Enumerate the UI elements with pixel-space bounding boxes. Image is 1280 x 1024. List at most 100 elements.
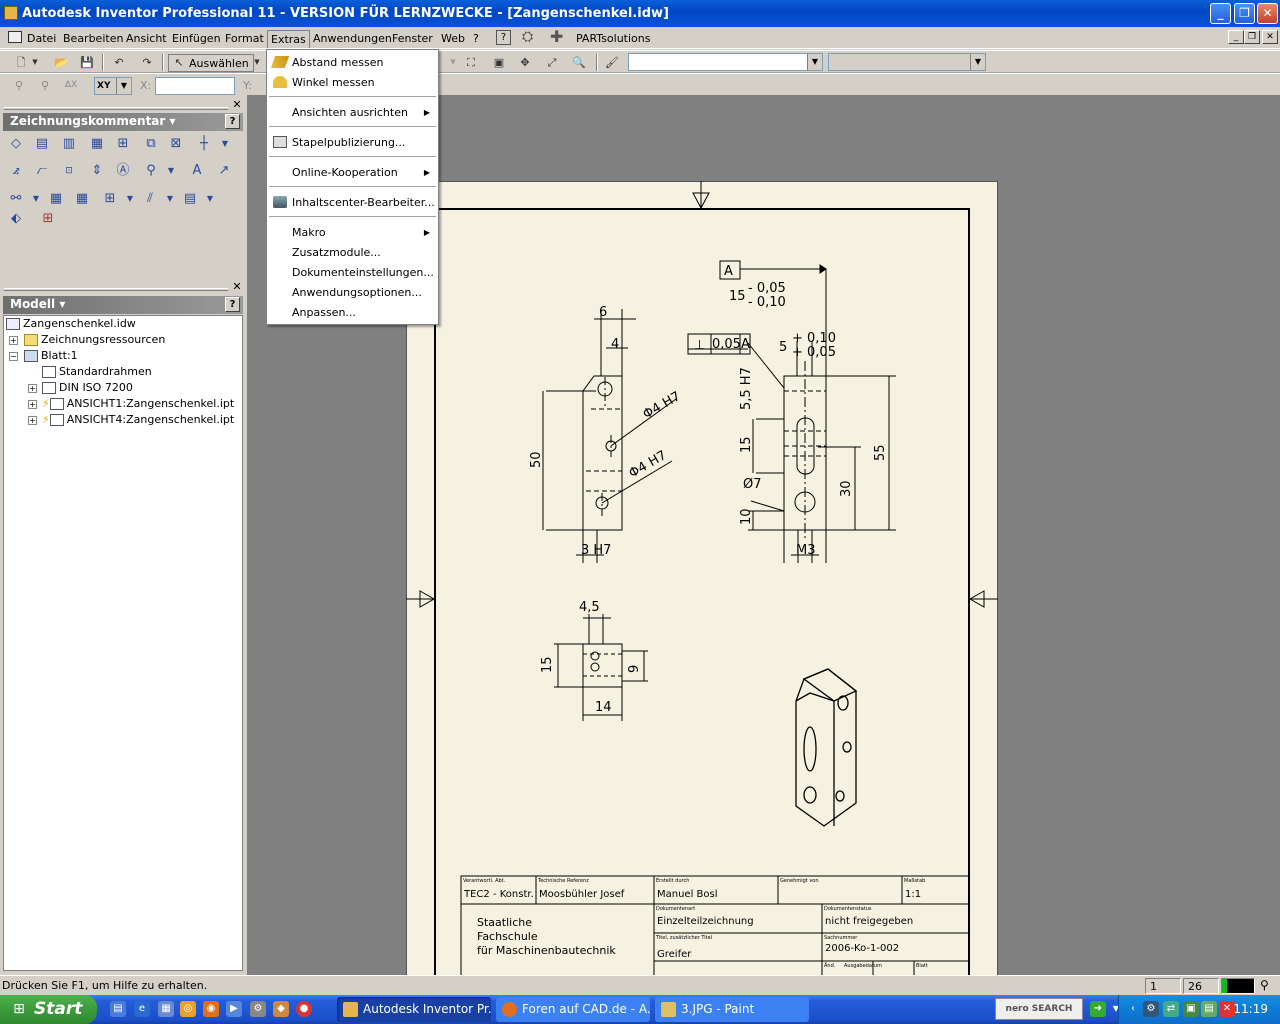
sketched-symbol-icon[interactable]: ⬖ xyxy=(6,209,26,229)
undo-icon[interactable]: ↶ xyxy=(110,54,128,71)
style-icon[interactable]: 🖌 xyxy=(603,54,621,71)
outlook-icon[interactable]: ◎ xyxy=(180,1001,196,1017)
menu-item-makro[interactable]: Makro xyxy=(292,226,326,239)
table-icon[interactable]: ▦ xyxy=(72,189,92,209)
expand-icon[interactable]: + xyxy=(28,384,37,393)
menu-datei[interactable]: Datei xyxy=(27,32,56,45)
firefox-icon[interactable]: ◉ xyxy=(203,1001,219,1017)
tree-item-sheet[interactable]: Blatt:1 xyxy=(24,348,78,364)
panel-grip[interactable] xyxy=(4,107,228,110)
hole-note-icon[interactable]: ⊠ xyxy=(166,134,186,154)
security-icon[interactable]: ▣ xyxy=(1183,1001,1199,1017)
menu-item-abstand-messen[interactable]: Abstand messen xyxy=(292,56,383,69)
text-icon[interactable]: A xyxy=(187,161,207,181)
leader-text-icon[interactable]: ↗ xyxy=(214,161,234,181)
minimize-button[interactable]: _ xyxy=(1210,3,1231,24)
menu-partsolutions[interactable]: PARTsolutions xyxy=(576,32,651,45)
delta-icon[interactable]: ΔX xyxy=(62,77,80,94)
symbol-library-icon[interactable]: ⊞ xyxy=(38,209,58,229)
menu-anwendungen[interactable]: Anwendungen xyxy=(313,32,392,45)
expand-icon[interactable]: + xyxy=(28,416,37,425)
parts-list-icon[interactable]: ▦ xyxy=(46,189,66,209)
menu-item-stapelpublizierung[interactable]: Stapelpublizierung... xyxy=(292,136,405,149)
origin-icon[interactable]: ⚲ xyxy=(10,77,28,94)
surface-texture-icon[interactable]: ⦨ xyxy=(6,161,26,181)
close-icon[interactable]: ✕ xyxy=(232,281,242,292)
datum-icon[interactable]: ⇕ xyxy=(87,161,107,181)
ie-icon[interactable]: e xyxy=(134,1001,150,1017)
menu-ansicht[interactable]: Ansicht xyxy=(126,32,167,45)
redo-icon[interactable]: ↷ xyxy=(138,54,156,71)
battery-icon[interactable]: ▤ xyxy=(1201,1001,1217,1017)
menu-einfuegen[interactable]: Einfügen xyxy=(172,32,221,45)
nero-search-box[interactable]: nero SEARCH xyxy=(995,998,1083,1020)
menu-format[interactable]: Format xyxy=(225,32,264,45)
close-button[interactable]: ✕ xyxy=(1257,3,1278,24)
hole-table-icon[interactable]: ⊞ xyxy=(100,189,120,209)
mdi-minimize-button[interactable]: _ xyxy=(1228,30,1244,44)
zoom-all-icon[interactable]: ⛶ xyxy=(462,54,480,71)
close-icon[interactable]: ✕ xyxy=(232,99,242,110)
annotation-panel-title[interactable]: Zeichnungskommentar ▾? xyxy=(3,113,243,131)
mdi-restore-button[interactable]: ❐ xyxy=(1244,30,1260,44)
menu-item-online-kooperation[interactable]: Online-Kooperation xyxy=(292,166,398,179)
menu-item-dokumenteinstellungen[interactable]: Dokumenteinstellungen... xyxy=(292,266,434,279)
open-icon[interactable]: 📂 xyxy=(52,54,70,71)
layer-combo[interactable]: ▼ xyxy=(628,53,823,71)
chevron-down-icon[interactable]: ▼ xyxy=(116,78,131,94)
task-firefox[interactable]: Foren auf CAD.de - A... xyxy=(496,997,650,1022)
chain-dimension-icon[interactable]: ⊞ xyxy=(113,134,133,154)
help-icon[interactable]: ? xyxy=(225,114,240,129)
hatch-dropdown-icon[interactable]: ▼ xyxy=(160,189,180,209)
menu-item-anpassen[interactable]: Anpassen... xyxy=(292,306,356,319)
revision-table-icon[interactable]: ▤ xyxy=(180,189,200,209)
zoom-window-icon[interactable]: ▣ xyxy=(490,54,508,71)
menu-item-zusatzmodule[interactable]: Zusatzmodule... xyxy=(292,246,381,259)
pan-icon[interactable]: ✥ xyxy=(516,54,534,71)
weld-symbol-icon[interactable]: ⦧ xyxy=(32,161,52,181)
menu-item-anwendungsoptionen[interactable]: Anwendungsoptionen... xyxy=(292,286,422,299)
chevron-down-icon[interactable]: ▼ xyxy=(807,54,822,70)
leader-icon[interactable]: ⚲ xyxy=(141,161,161,181)
hole-table-dropdown-icon[interactable]: ▼ xyxy=(120,189,140,209)
new-icon[interactable]: 🗋 xyxy=(12,54,30,71)
model-panel-title[interactable]: Modell ▾? xyxy=(3,296,243,314)
help-icon[interactable]: ? xyxy=(496,30,511,45)
menu-bearbeiten[interactable]: Bearbeiten xyxy=(63,32,123,45)
zoom-select-icon[interactable]: ⤢ xyxy=(543,54,561,71)
new-dropdown-icon[interactable]: ▼ xyxy=(30,54,40,71)
expand-icon[interactable]: + xyxy=(9,336,18,345)
calculator-icon[interactable]: ▦ xyxy=(158,1001,174,1017)
revision-dropdown-icon[interactable]: ▼ xyxy=(200,189,220,209)
task-inventor[interactable]: Autodesk Inventor Pr... xyxy=(337,997,491,1022)
x-input[interactable] xyxy=(155,77,235,95)
record-icon[interactable]: ● xyxy=(296,1001,312,1017)
tree-item-resources[interactable]: Zeichnungsressourcen xyxy=(24,332,165,348)
expand-icon[interactable]: + xyxy=(28,400,37,409)
task-paint[interactable]: 3.JPG - Paint xyxy=(655,997,809,1022)
maximize-button[interactable]: ❐ xyxy=(1234,3,1255,24)
baseline-dimension-icon[interactable]: ▤ xyxy=(32,134,52,154)
save-icon[interactable]: 💾 xyxy=(78,54,96,71)
leader-dropdown-icon[interactable]: ▼ xyxy=(161,161,181,181)
menu-item-inhaltscenter[interactable]: Inhaltscenter-Bearbeiter... xyxy=(292,196,435,209)
collapse-icon[interactable]: − xyxy=(9,352,18,361)
mdi-close-button[interactable]: ✕ xyxy=(1262,30,1278,44)
help-icon[interactable]: ? xyxy=(225,297,240,312)
retrieve-dimensions-icon[interactable]: ⧉ xyxy=(141,134,161,154)
app-icon[interactable] xyxy=(4,6,18,20)
centerline-dropdown-icon[interactable]: ▼ xyxy=(215,134,235,154)
menu-extras[interactable]: Extras xyxy=(267,30,310,48)
go-arrow-icon[interactable]: ➜ xyxy=(1090,1001,1106,1017)
tree-item-view4[interactable]: ⚡ ANSICHT4:Zangenschenkel.ipt xyxy=(42,412,234,428)
xy-combo[interactable]: XY ▼ xyxy=(94,77,132,95)
parts-icon[interactable]: ⛭ xyxy=(522,30,533,44)
app-icon[interactable]: ◆ xyxy=(273,1001,289,1017)
tool-icon[interactable]: ⚙ xyxy=(250,1001,266,1017)
centerline-icon[interactable]: ┼ xyxy=(194,134,214,154)
dimension-icon[interactable]: ◇ xyxy=(6,134,26,154)
tree-item-view1[interactable]: ⚡ ANSICHT1:Zangenschenkel.ipt xyxy=(42,396,234,412)
ordinate-icon[interactable]: ▥ xyxy=(59,134,79,154)
steam-icon[interactable]: ⚙ xyxy=(1143,1001,1159,1017)
ordinate-set-icon[interactable]: ▦ xyxy=(87,134,107,154)
